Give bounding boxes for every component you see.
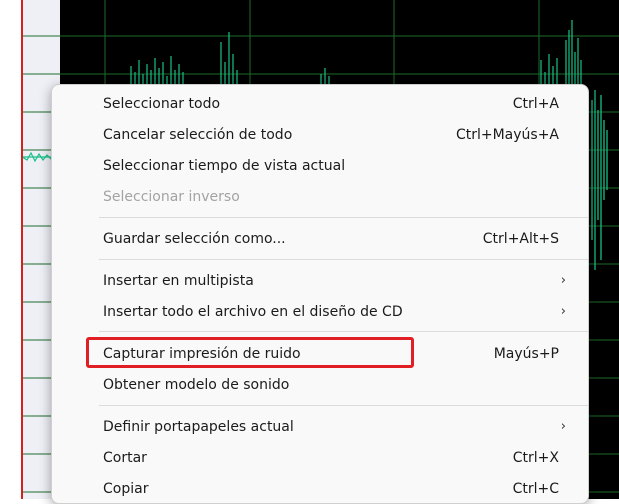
playhead-line[interactable] bbox=[21, 0, 23, 499]
menu-item-shortcut: Ctrl+Alt+S bbox=[482, 231, 559, 247]
menu-separator bbox=[99, 405, 588, 406]
menu-separator bbox=[99, 217, 588, 218]
menu-item-label: Insertar todo el archivo en el diseño de… bbox=[103, 304, 403, 320]
menu-item-select-view-time[interactable]: Seleccionar tiempo de vista actual bbox=[56, 153, 584, 179]
menu-item-deselect-all[interactable]: Cancelar selección de todo Ctrl+Mayús+A bbox=[56, 122, 584, 148]
menu-item-select-inverse: Seleccionar inverso bbox=[56, 184, 584, 210]
menu-item-label: Cortar bbox=[103, 450, 147, 466]
menu-item-shortcut: Ctrl+C bbox=[512, 481, 559, 497]
chevron-right-icon: › bbox=[560, 419, 566, 434]
menu-item-shortcut: Ctrl+Mayús+A bbox=[455, 127, 559, 143]
menu-item-label: Definir portapapeles actual bbox=[103, 419, 294, 435]
chevron-right-icon: › bbox=[560, 273, 566, 288]
menu-item-shortcut: Ctrl+A bbox=[512, 96, 559, 112]
menu-item-set-clipboard[interactable]: Definir portapapeles actual › bbox=[56, 414, 584, 440]
menu-item-shortcut: Ctrl+X bbox=[512, 450, 559, 466]
menu-item-label: Obtener modelo de sonido bbox=[103, 377, 290, 393]
waveform-right bbox=[591, 90, 608, 270]
menu-item-shortcut: Mayús+P bbox=[493, 346, 559, 362]
menu-item-copy[interactable]: Copiar Ctrl+C bbox=[56, 476, 584, 502]
menu-item-label: Cancelar selección de todo bbox=[103, 127, 293, 143]
menu-item-save-selection-as[interactable]: Guardar selección como... Ctrl+Alt+S bbox=[56, 226, 584, 252]
menu-item-insert-multitrack[interactable]: Insertar en multipista › bbox=[56, 268, 584, 294]
menu-item-select-all[interactable]: Seleccionar todo Ctrl+A bbox=[56, 91, 584, 117]
context-menu: Seleccionar todo Ctrl+A Cancelar selecci… bbox=[51, 84, 589, 504]
menu-item-label: Guardar selección como... bbox=[103, 231, 286, 247]
menu-item-get-sound-model[interactable]: Obtener modelo de sonido bbox=[56, 372, 584, 398]
menu-item-label: Insertar en multipista bbox=[103, 273, 254, 289]
menu-item-label: Copiar bbox=[103, 481, 149, 497]
menu-item-cut[interactable]: Cortar Ctrl+X bbox=[56, 445, 584, 471]
left-panel-strip bbox=[0, 0, 21, 499]
menu-item-label: Seleccionar tiempo de vista actual bbox=[103, 158, 346, 174]
menu-separator bbox=[99, 331, 588, 332]
chevron-right-icon: › bbox=[560, 304, 566, 319]
menu-item-insert-cd-layout[interactable]: Insertar todo el archivo en el diseño de… bbox=[56, 299, 584, 325]
annotation-highlight-box bbox=[86, 337, 414, 368]
menu-separator bbox=[99, 259, 588, 260]
menu-item-label: Seleccionar inverso bbox=[103, 189, 240, 205]
menu-item-label: Seleccionar todo bbox=[103, 96, 221, 112]
